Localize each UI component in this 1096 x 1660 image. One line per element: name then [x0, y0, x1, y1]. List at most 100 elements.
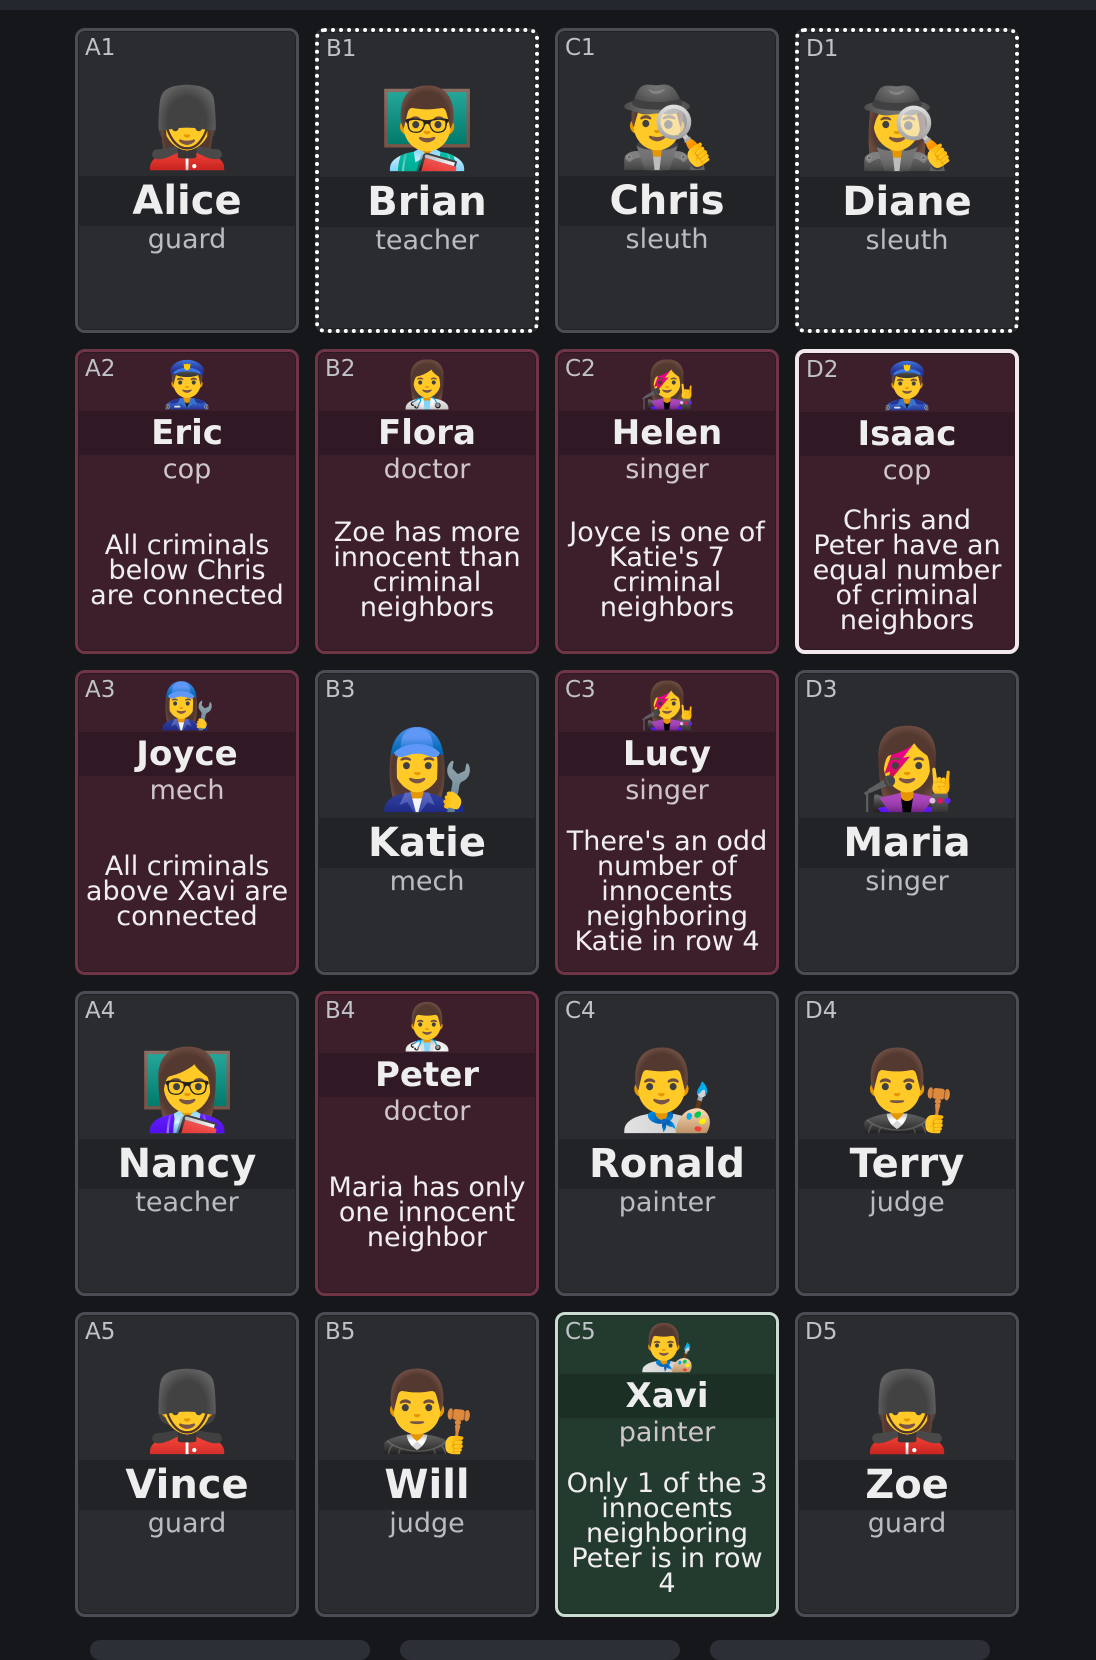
hint-text: Joyce is one of Katie's 7 criminal neigh…: [569, 517, 765, 623]
suspect-card-isaac[interactable]: D2 👮‍♂️ Isaac cop Chris and Peter have an eq…: [795, 349, 1019, 654]
suspect-name: Eric: [78, 411, 296, 455]
card-coordinate: B1: [326, 36, 357, 62]
suspect-role: singer: [865, 866, 949, 897]
suspect-card-katie[interactable]: B3 👩‍🔧 Katie mech: [315, 670, 539, 975]
bottom-tab-2[interactable]: [400, 1640, 680, 1660]
suspect-name: Helen: [558, 411, 776, 455]
suspect-card-joyce[interactable]: A3 👩‍🔧 Joyce mech All criminals above Xavi a…: [75, 670, 299, 975]
suspect-card-nancy[interactable]: A4 👩‍🏫 Nancy teacher: [75, 991, 299, 1296]
suspect-role: singer: [625, 454, 709, 485]
cop-icon: 👮‍♂️: [878, 359, 936, 412]
suspect-role: teacher: [375, 225, 479, 256]
suspect-card-maria[interactable]: D3 👩‍🎤 Maria singer: [795, 670, 1019, 975]
suspect-card-diane[interactable]: D1 🕵️‍♀️ Diane sleuth: [795, 28, 1019, 333]
suspect-name: Maria: [798, 818, 1016, 868]
suspect-role: guard: [147, 224, 227, 255]
suspect-role: teacher: [135, 1187, 239, 1218]
singer-icon: 👩‍🎤: [858, 725, 956, 815]
card-coordinate: C4: [565, 998, 596, 1024]
cop-icon: 👮‍♂️: [158, 358, 216, 411]
card-coordinate: A4: [85, 998, 116, 1024]
guard-icon: 💂‍♀️: [138, 83, 236, 173]
sleuth-icon: 🕵️‍♀️: [858, 84, 956, 174]
suspect-name: Diane: [799, 177, 1015, 227]
suspect-card-will[interactable]: B5 👨‍⚖️ Will judge: [315, 1312, 539, 1617]
suspect-hint: Joyce is one of Katie's 7 criminal neigh…: [564, 497, 770, 643]
judge-icon: 👨‍⚖️: [378, 1367, 476, 1457]
doctor-icon: 👨‍⚕️: [398, 1000, 456, 1053]
guard-icon: 💂‍♂️: [138, 1367, 236, 1457]
card-coordinate: B3: [325, 677, 356, 703]
hint-text: Maria has only one innocent neighbor: [328, 1171, 526, 1253]
card-coordinate: A1: [85, 35, 116, 61]
suspect-card-brian[interactable]: B1 👨‍🏫 Brian teacher: [315, 28, 539, 333]
hint-text: There's an odd number of innocents neigh…: [566, 825, 768, 957]
card-coordinate: D1: [806, 36, 839, 62]
bottom-tab-3[interactable]: [710, 1640, 990, 1660]
suspect-card-xavi[interactable]: C5 👨‍🎨 Xavi painter Only 1 of the 3 innocent…: [555, 1312, 779, 1617]
suspect-name: Zoe: [798, 1460, 1016, 1510]
hint-text: All criminals above Xavi are connected: [85, 850, 289, 932]
suspect-name: Ronald: [558, 1139, 776, 1189]
doctor-icon: 👩‍⚕️: [398, 358, 456, 411]
suspect-card-peter[interactable]: B4 👨‍⚕️ Peter doctor Maria has only one inno…: [315, 991, 539, 1296]
hint-text: Zoe has more innocent than criminal neig…: [333, 517, 521, 623]
hint-text: Only 1 of the 3 innocents neighboring Pe…: [566, 1467, 768, 1599]
top-bar: [0, 0, 1096, 10]
card-coordinate: D3: [805, 677, 838, 703]
suspect-name: Terry: [798, 1139, 1016, 1189]
suspect-role: mech: [389, 866, 465, 897]
suspect-card-terry[interactable]: D4 👨‍⚖️ Terry judge: [795, 991, 1019, 1296]
card-coordinate: B5: [325, 1319, 356, 1345]
suspect-name: Flora: [318, 411, 536, 455]
teacher-icon: 👩‍🏫: [138, 1046, 236, 1136]
guard-icon: 💂‍♀️: [858, 1367, 956, 1457]
hint-text: All criminals below Chris are connected: [90, 529, 284, 611]
suspect-role: painter: [618, 1417, 716, 1448]
suspect-name: Peter: [318, 1053, 536, 1097]
suspect-role: doctor: [383, 454, 471, 485]
suspect-role: judge: [869, 1187, 945, 1218]
judge-icon: 👨‍⚖️: [858, 1046, 956, 1136]
mech-icon: 👩‍🔧: [378, 725, 476, 815]
painter-icon: 👨‍🎨: [638, 1321, 696, 1374]
suspect-role: judge: [389, 1508, 465, 1539]
card-coordinate: C1: [565, 35, 596, 61]
suspect-hint: Chris and Peter have an equal number of …: [805, 498, 1009, 642]
suspect-hint: Zoe has more innocent than criminal neig…: [324, 497, 530, 643]
suspect-card-ronald[interactable]: C4 👨‍🎨 Ronald painter: [555, 991, 779, 1296]
singer-icon: 👩‍🎤: [638, 358, 696, 411]
suspect-name: Katie: [318, 818, 536, 868]
suspect-role: guard: [867, 1508, 947, 1539]
teacher-icon: 👨‍🏫: [378, 84, 476, 174]
suspect-role: cop: [162, 454, 212, 485]
card-coordinate: D4: [805, 998, 838, 1024]
singer-icon: 👩‍🎤: [638, 679, 696, 732]
suspect-card-vince[interactable]: A5 💂‍♂️ Vince guard: [75, 1312, 299, 1617]
bottom-tab-1[interactable]: [90, 1640, 370, 1660]
suspect-name: Xavi: [558, 1374, 776, 1418]
suspect-role: guard: [147, 1508, 227, 1539]
suspect-card-zoe[interactable]: D5 💂‍♀️ Zoe guard: [795, 1312, 1019, 1617]
card-coordinate: A5: [85, 1319, 116, 1345]
suspect-role: singer: [625, 775, 709, 806]
mech-icon: 👩‍🔧: [158, 679, 216, 732]
suspect-card-chris[interactable]: C1 🕵️‍♂️ Chris sleuth: [555, 28, 779, 333]
suspect-card-eric[interactable]: A2 👮‍♂️ Eric cop All criminals below Chris a…: [75, 349, 299, 654]
suspect-name: Chris: [558, 176, 776, 226]
suspect-card-flora[interactable]: B2 👩‍⚕️ Flora doctor Zoe has more innocent t…: [315, 349, 539, 654]
suspect-hint: All criminals above Xavi are connected: [84, 818, 290, 964]
suspect-name: Vince: [78, 1460, 296, 1510]
suspect-name: Will: [318, 1460, 536, 1510]
suspect-name: Nancy: [78, 1139, 296, 1189]
suspect-card-lucy[interactable]: C3 👩‍🎤 Lucy singer There's an odd number of …: [555, 670, 779, 975]
suspect-card-helen[interactable]: C2 👩‍🎤 Helen singer Joyce is one of Katie's …: [555, 349, 779, 654]
suspect-role: sleuth: [625, 224, 709, 255]
suspect-name: Brian: [319, 177, 535, 227]
suspect-card-alice[interactable]: A1 💂‍♀️ Alice guard: [75, 28, 299, 333]
suspect-role: sleuth: [865, 225, 949, 256]
hint-text: Chris and Peter have an equal number of …: [812, 504, 1002, 636]
painter-icon: 👨‍🎨: [618, 1046, 716, 1136]
suspect-name: Lucy: [558, 732, 776, 776]
suspect-role: cop: [882, 455, 932, 486]
